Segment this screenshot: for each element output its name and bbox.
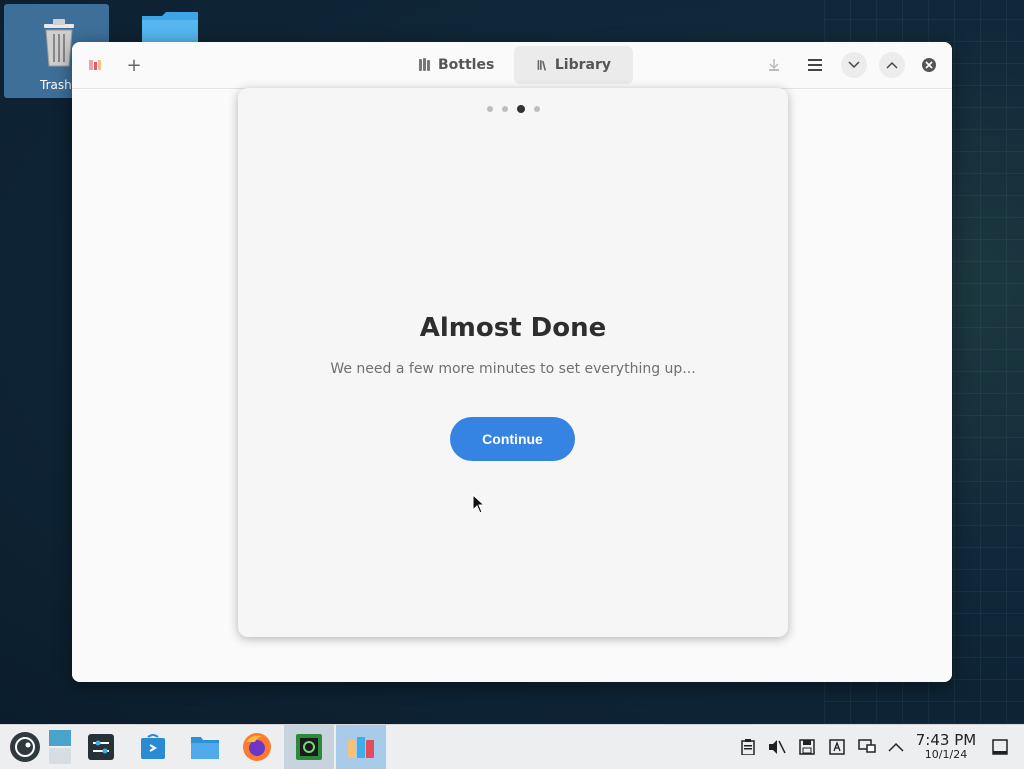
header-bar: + Bottles Library [72, 42, 952, 89]
network-icon [858, 739, 876, 753]
tab-bottles-label: Bottles [438, 57, 495, 73]
tray-expand[interactable] [886, 737, 906, 757]
app-launcher[interactable] [0, 725, 50, 769]
continue-button[interactable]: Continue [450, 417, 575, 461]
taskbar-discover[interactable] [128, 725, 178, 769]
taskbar-terminal[interactable] [284, 725, 334, 769]
library-icon [537, 60, 547, 71]
storage-icon [799, 739, 815, 755]
tray-keyboard-layout[interactable] [827, 737, 847, 757]
discover-icon [141, 734, 165, 759]
page-dot-current[interactable] [516, 105, 525, 113]
bottles-app-icon [348, 737, 374, 758]
system-settings-icon [88, 734, 114, 760]
volume-muted-icon [769, 740, 786, 754]
digital-clock[interactable]: 7:43 PM 10/1/24 [912, 731, 980, 761]
taskbar-bottles[interactable] [336, 725, 386, 769]
maximize-icon [886, 61, 898, 69]
mouse-cursor-icon [472, 494, 486, 514]
firefox-icon [243, 733, 271, 761]
show-desktop-button[interactable] [990, 737, 1010, 757]
tab-library-label: Library [554, 57, 611, 73]
page-indicator [238, 105, 788, 113]
minimize-button[interactable] [841, 52, 867, 78]
tab-library[interactable]: Library [514, 46, 633, 84]
download-button[interactable] [761, 52, 787, 78]
file-manager-icon [191, 737, 219, 759]
tray-volume[interactable] [767, 737, 787, 757]
terminal-icon [296, 734, 322, 760]
taskbar-firefox[interactable] [232, 725, 282, 769]
trash-label: Trash [40, 78, 72, 92]
onboarding-dialog: Almost Done We need a few more minutes t… [238, 88, 788, 637]
show-desktop-icon [992, 739, 1008, 755]
tray-expand-icon [888, 742, 904, 752]
clipboard-icon [741, 739, 755, 755]
pager-icon [49, 730, 71, 764]
taskbar-system-settings[interactable] [76, 725, 126, 769]
folder-icon [142, 12, 198, 44]
tray-clipboard[interactable] [738, 737, 758, 757]
close-icon [922, 58, 936, 72]
clock-date: 10/1/24 [924, 748, 968, 761]
dialog-subtitle: We need a few more minutes to set everyt… [330, 361, 696, 377]
add-icon: + [126, 54, 142, 76]
bottles-icon [419, 58, 430, 71]
close-button[interactable] [916, 52, 942, 78]
page-dot[interactable] [501, 106, 508, 112]
page-dot[interactable] [486, 106, 493, 112]
opensuse-launcher-icon [10, 732, 40, 762]
tab-bottles[interactable]: Bottles [394, 46, 516, 84]
download-icon [769, 59, 779, 71]
tray-network[interactable] [857, 737, 877, 757]
add-bottle-button[interactable]: + [121, 52, 147, 78]
keyboard-layout-icon [829, 739, 845, 755]
taskbar-file-manager[interactable] [180, 725, 230, 769]
page-dot[interactable] [533, 106, 540, 112]
app-logo-icon [82, 52, 108, 78]
tray-storage[interactable] [797, 737, 817, 757]
taskbar: 7:43 PM 10/1/24 [0, 724, 1024, 769]
minimize-icon [848, 61, 860, 69]
menu-icon [808, 59, 822, 71]
virtual-desktop-pager[interactable] [46, 725, 74, 769]
clock-time: 7:43 PM [915, 731, 977, 749]
main-menu-button[interactable] [802, 52, 828, 78]
maximize-button[interactable] [879, 52, 905, 78]
dialog-title: Almost Done [419, 313, 607, 343]
desktop-folder[interactable] [140, 10, 200, 44]
